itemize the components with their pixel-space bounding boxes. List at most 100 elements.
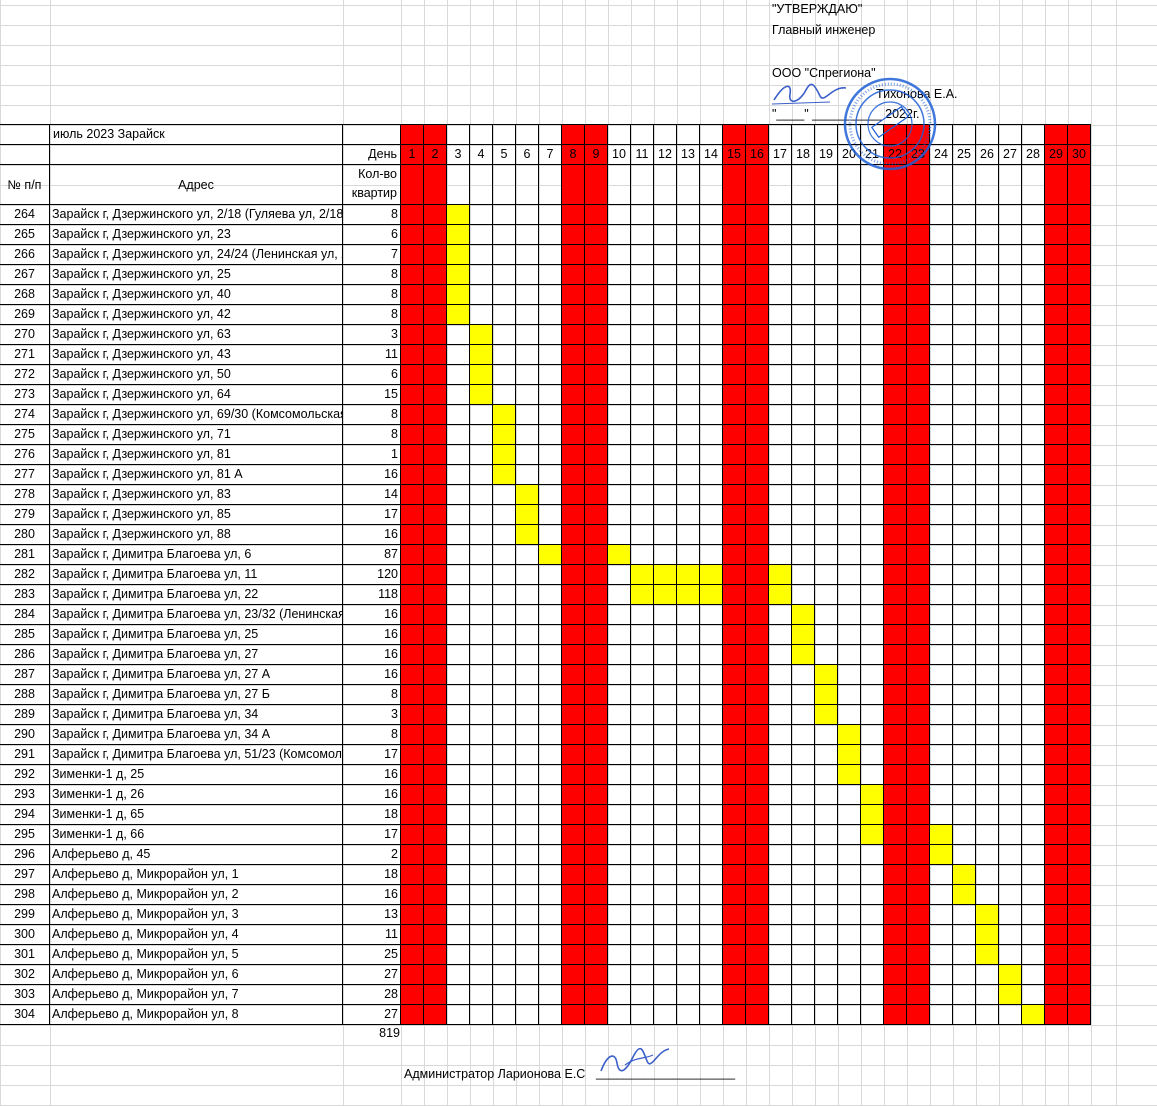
day-cell <box>975 224 999 245</box>
day-cell <box>469 804 493 825</box>
row-quantity: 16 <box>342 604 401 625</box>
day-cell <box>814 384 838 405</box>
day-cell-weekend <box>400 924 424 945</box>
day-cell-weekend <box>906 724 930 745</box>
row-quantity: 1 <box>342 444 401 465</box>
day-cell <box>469 984 493 1005</box>
day-cell <box>630 784 654 805</box>
row-address: Зарайск г, Димитра Благоева ул, 34 <box>49 704 343 725</box>
day-number: 3 <box>446 144 470 165</box>
day-cell-weekend <box>584 444 608 465</box>
day-cell <box>952 264 976 285</box>
day-cell <box>538 284 562 305</box>
day-cell <box>791 884 815 905</box>
day-cell-weekend <box>561 604 585 625</box>
day-cell <box>791 404 815 425</box>
day-cell <box>446 644 470 665</box>
day-cell-weekend <box>745 504 769 525</box>
day-cell <box>446 524 470 545</box>
day-cell <box>929 864 953 885</box>
day-cell <box>998 584 1022 605</box>
day-cell <box>952 724 976 745</box>
day-cell <box>653 764 677 785</box>
row-number: 301 <box>0 944 50 965</box>
day-cell <box>929 784 953 805</box>
day-cell-blank <box>607 164 631 205</box>
day-cell <box>630 684 654 705</box>
day-cell-weekend <box>745 864 769 885</box>
day-cell <box>768 724 792 745</box>
day-cell <box>768 404 792 425</box>
day-cell <box>860 464 884 485</box>
day-cell <box>492 384 516 405</box>
day-cell <box>653 604 677 625</box>
day-cell <box>699 824 723 845</box>
day-cell <box>837 524 861 545</box>
day-cell <box>676 904 700 925</box>
title-blank <box>342 124 401 145</box>
day-cell <box>768 664 792 685</box>
day-cell <box>492 244 516 265</box>
day-cell-weekend <box>1067 464 1091 485</box>
approval-title: "УТВЕРЖДАЮ" <box>772 2 863 16</box>
day-cell <box>1021 344 1045 365</box>
day-cell <box>676 424 700 445</box>
day-cell <box>630 464 654 485</box>
day-cell-blank <box>538 164 562 205</box>
day-cell-weekend <box>745 564 769 585</box>
day-cell <box>1021 444 1045 465</box>
day-cell <box>998 484 1022 505</box>
day-cell <box>469 924 493 945</box>
day-cell <box>814 204 838 225</box>
day-cell <box>653 404 677 425</box>
day-cell <box>515 884 539 905</box>
day-cell <box>975 744 999 765</box>
day-cell <box>1021 764 1045 785</box>
day-cell-weekend <box>883 464 907 485</box>
day-number: 4 <box>469 144 493 165</box>
day-cell-weekend <box>745 384 769 405</box>
day-cell-weekend <box>584 464 608 485</box>
day-cell <box>676 444 700 465</box>
day-cell-weekend <box>745 844 769 865</box>
row-number: 272 <box>0 364 50 385</box>
day-cell-weekend <box>745 484 769 505</box>
day-cell-weekend <box>423 324 447 345</box>
day-cell <box>630 304 654 325</box>
day-cell-weekend <box>883 364 907 385</box>
day-cell-weekend <box>584 684 608 705</box>
day-cell <box>837 784 861 805</box>
day-cell-weekend <box>400 864 424 885</box>
day-cell <box>768 284 792 305</box>
day-cell <box>630 624 654 645</box>
day-cell <box>538 804 562 825</box>
day-cell-weekend <box>561 444 585 465</box>
day-cell-weekend <box>883 384 907 405</box>
day-cell <box>814 584 838 605</box>
day-cell <box>538 364 562 385</box>
day-cell-weekend <box>745 684 769 705</box>
day-cell <box>860 504 884 525</box>
day-cell-weekend <box>423 444 447 465</box>
day-cell-weekend <box>1067 284 1091 305</box>
row-number: 290 <box>0 724 50 745</box>
day-cell <box>1021 404 1045 425</box>
day-cell-weekend <box>1067 844 1091 865</box>
day-cell <box>814 404 838 425</box>
day-cell <box>699 664 723 685</box>
day-cell <box>791 744 815 765</box>
day-cell <box>538 504 562 525</box>
day-cell-weekend <box>1067 384 1091 405</box>
day-cell <box>538 724 562 745</box>
day-cell-scheduled <box>446 284 470 305</box>
row-address: Зарайск г, Дзержинского ул, 25 <box>49 264 343 285</box>
day-cell <box>653 384 677 405</box>
day-cell <box>699 744 723 765</box>
day-cell <box>791 584 815 605</box>
day-cell-weekend <box>584 944 608 965</box>
day-cell <box>998 684 1022 705</box>
day-cell <box>952 744 976 765</box>
day-cell-weekend <box>423 484 447 505</box>
day-cell-weekend <box>561 564 585 585</box>
day-cell <box>469 424 493 445</box>
